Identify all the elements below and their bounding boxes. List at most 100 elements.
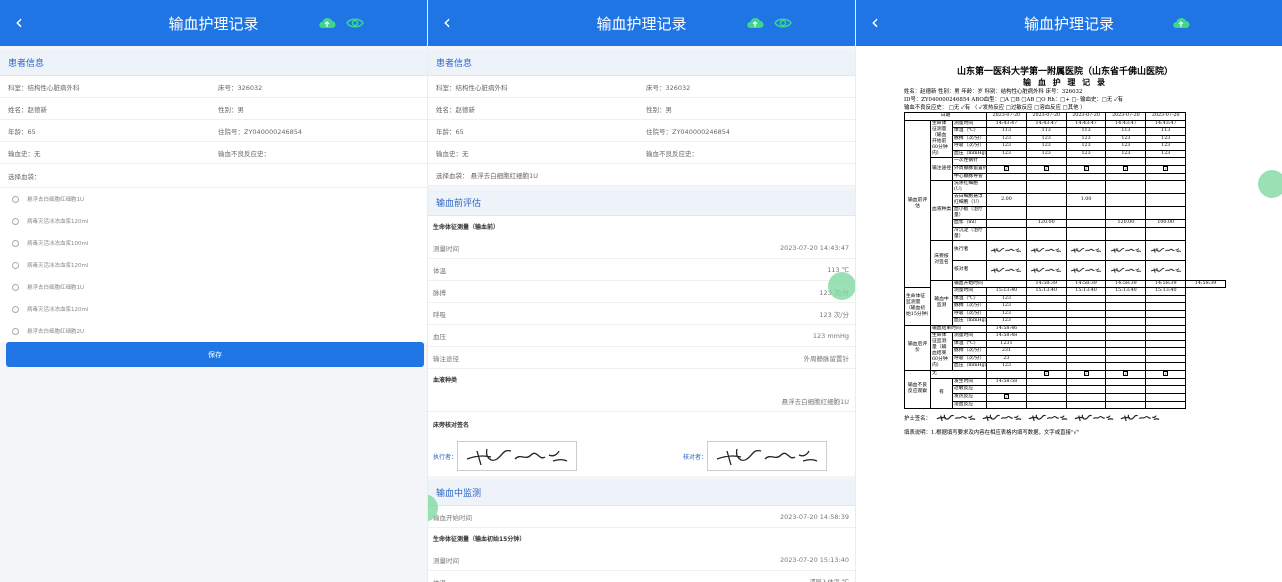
- cloud-upload-icon[interactable]: [746, 15, 764, 31]
- row-label: 溶血反应: [952, 400, 987, 409]
- table-cell: [1065, 400, 1107, 409]
- fill-note: 填表说明：1.根据填写要求及内容在相应表格内填写数据，文字或直接"√": [904, 430, 1080, 436]
- table-cell: [1105, 172, 1147, 181]
- blood-bag-option[interactable]: 悬浮去白细胞红细胞1U: [0, 276, 427, 298]
- adverse-group-label: 输血不良反应观察: [904, 369, 931, 409]
- radio-icon[interactable]: [12, 305, 19, 313]
- table-cell: 123: [986, 142, 1027, 151]
- table-cell: 120.00: [1025, 219, 1067, 228]
- row-label: 呼吸（次/分）: [952, 354, 987, 363]
- table-cell: [1105, 206, 1147, 220]
- blood-bag-option[interactable]: 病毒灭活冰冻血浆120ml: [0, 298, 427, 320]
- table-cell: 123: [1145, 134, 1187, 143]
- table-cell: [1105, 332, 1147, 341]
- table-cell: [1145, 392, 1187, 402]
- row-label: 测量时间: [952, 119, 987, 128]
- radio-icon[interactable]: [12, 283, 19, 291]
- blood-bag-option[interactable]: 悬浮去白细胞红细胞2U: [0, 320, 427, 342]
- table-row: 输血中监测 输血开始时间 14:58:39 14:58:39 14:58:39 14:58…: [905, 279, 1226, 326]
- vital-row[interactable]: 输注途径 外周静脉留置针: [428, 347, 855, 369]
- checkbox-checked-icon: ✓: [1003, 165, 1009, 171]
- radio-icon[interactable]: [12, 327, 19, 335]
- eye-icon[interactable]: [346, 15, 364, 31]
- cloud-upload-icon[interactable]: [318, 15, 336, 31]
- back-arrow-icon[interactable]: ‹: [864, 10, 886, 34]
- vital-value: 外周静脉留置针: [803, 354, 850, 363]
- table-cell: 14:58:39: [1025, 279, 1067, 288]
- blood-type-value[interactable]: 悬浮去白细胞红细胞1U: [428, 390, 855, 412]
- table-row: 脉搏（次/分） 123: [905, 302, 1226, 311]
- table-cell: [1145, 377, 1187, 386]
- vital-row[interactable]: 测量时间 2023-07-20 14:43:47: [428, 237, 855, 259]
- table-cell: 113: [1145, 127, 1187, 136]
- eye-icon[interactable]: [774, 15, 792, 31]
- info-left: 姓名：赵德新: [8, 105, 47, 114]
- table-cell: 14:58:39: [1145, 279, 1187, 288]
- info-right: 输血不良反应史：: [218, 149, 270, 158]
- table-row: 输注途径 一次性钢针: [905, 157, 1226, 181]
- blood-type-text: 悬浮去白细胞红细胞1U: [781, 397, 849, 406]
- table-cell: ✓: [1105, 369, 1147, 379]
- back-arrow-icon[interactable]: ‹: [436, 10, 458, 34]
- table-cell: [1025, 157, 1067, 166]
- vital-value: 123 次/分: [819, 310, 849, 319]
- table-cell: [1105, 354, 1147, 363]
- bedside-sign-title: 床旁核对签名: [428, 412, 855, 436]
- table-cell: [1145, 324, 1187, 333]
- blood-bag-option[interactable]: 病毒灭活冰冻血浆100ml: [0, 232, 427, 254]
- info-right: 住院号：ZY040000246854: [218, 127, 303, 136]
- table-cell: ✓: [986, 392, 1027, 402]
- table-cell: [1145, 332, 1187, 341]
- blood-bag-option[interactable]: 病毒灭活冰冻血浆120ml: [0, 210, 427, 232]
- start-time-value: 2023-07-20 14:58:39: [779, 512, 849, 521]
- nav-bar: ‹ 输血护理记录: [856, 0, 1282, 46]
- table-row: 生命体征监测量（输血结束60分钟内） 测量时间 14:58:48: [905, 332, 1226, 371]
- floating-assist-dot[interactable]: [828, 272, 855, 300]
- row-label: 发生时间: [952, 377, 987, 386]
- radio-icon[interactable]: [12, 239, 19, 247]
- checker-signature[interactable]: [707, 441, 828, 471]
- row-label: 发热反应: [952, 392, 987, 402]
- cloud-upload-icon[interactable]: [1172, 15, 1190, 31]
- temperature-input[interactable]: [779, 578, 840, 582]
- blood-bag-option[interactable]: 病毒灭活冰冻血浆120ml: [0, 254, 427, 276]
- vital-row[interactable]: 脉搏123 次/分: [428, 281, 855, 303]
- table-row: 日期 2023-07-20 2023-07-20 2023-07-20 2023-07-…: [904, 112, 1226, 121]
- row-label: 血压（mmHg）: [952, 362, 987, 371]
- vital-row[interactable]: 呼吸 123 次/分: [428, 303, 855, 325]
- mid-time-value: 2023-07-20 15:13:40: [779, 555, 849, 564]
- table-cell: 120.00: [1105, 219, 1147, 228]
- table-cell: 14:58:39: [1185, 279, 1226, 288]
- floating-assist-dot[interactable]: [1258, 170, 1282, 198]
- back-arrow-icon[interactable]: ‹: [8, 10, 30, 34]
- row-label: 血浆（ml）: [952, 219, 987, 228]
- row-label: 输血开始时间: [952, 279, 1027, 288]
- table-cell: [1145, 317, 1187, 326]
- signature-cell: [1065, 239, 1107, 261]
- table-cell: [1105, 294, 1147, 303]
- save-button[interactable]: 保存: [6, 342, 424, 367]
- vital-label: 血压: [433, 332, 446, 341]
- radio-icon[interactable]: [12, 217, 19, 225]
- table-cell: [1025, 193, 1067, 207]
- radio-icon[interactable]: [12, 195, 19, 203]
- table-cell: 113: [1065, 127, 1107, 136]
- vital-row[interactable]: 体温 113 ℃: [428, 259, 855, 281]
- vital-row[interactable]: 血压 123 mmHg: [428, 325, 855, 347]
- table-cell: [1145, 157, 1187, 166]
- executor-signature[interactable]: [457, 441, 578, 471]
- section-patient-info: 患者信息: [428, 50, 855, 76]
- date-cell: 2023-07-20: [1065, 112, 1107, 121]
- mid-time-row[interactable]: 测量时间 2023-07-20 15:13:40: [428, 549, 855, 571]
- table-cell: [1065, 339, 1107, 348]
- table-cell: 14:58:48: [986, 332, 1027, 341]
- table-cell: 123: [1145, 149, 1187, 158]
- table-cell: 123: [1105, 149, 1147, 158]
- start-time-row[interactable]: 输血开始时间 2023-07-20 14:58:39: [428, 506, 855, 528]
- table-row: 生命体征监测量（输血初始15分钟） 测量时间 15:13:40 15:13:40 15:…: [904, 287, 1226, 326]
- row-label: 呼吸（次/分）: [952, 142, 987, 151]
- table-cell: [1025, 339, 1067, 348]
- radio-icon[interactable]: [12, 261, 19, 269]
- blood-bag-option[interactable]: 悬浮去白细胞红细胞1U: [0, 188, 427, 210]
- signature-image: [1031, 247, 1062, 253]
